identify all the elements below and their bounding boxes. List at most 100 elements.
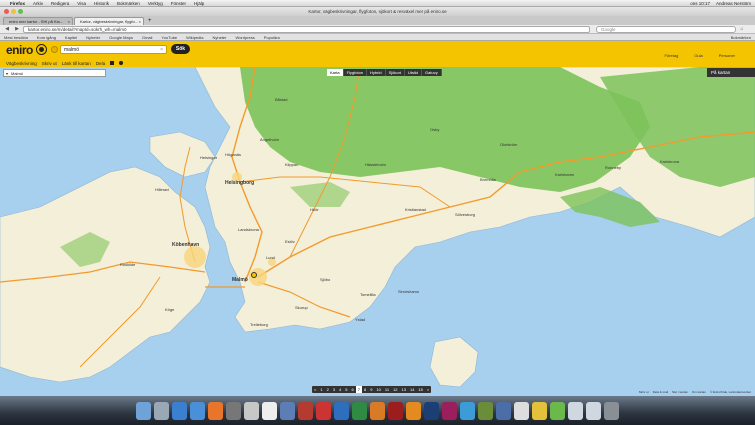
menu-bokmarken[interactable]: Bokmärken (117, 1, 140, 6)
bookmark-item[interactable]: Wordpress (236, 35, 255, 40)
menu-fonster[interactable]: Fönster (171, 1, 186, 6)
zoom-level-button[interactable]: 14 (408, 386, 416, 393)
bookmark-item[interactable]: Wikipedia (186, 35, 203, 40)
link-om-kartan[interactable]: Om kartan (692, 390, 706, 394)
clock[interactable]: ons 10:17 (690, 1, 710, 6)
illustrator-icon[interactable] (406, 401, 421, 420)
utility-icon[interactable] (478, 401, 493, 420)
bookmark-item[interactable]: YouTube (161, 35, 177, 40)
finder-icon[interactable] (136, 401, 151, 420)
close-window-button[interactable] (4, 9, 9, 14)
close-tab-icon[interactable]: × (139, 18, 141, 25)
menu-hjalp[interactable]: Hjälp (194, 1, 204, 6)
search-bar[interactable]: Google (596, 25, 736, 33)
link-skriv-ut-map[interactable]: Skriv ut (639, 390, 649, 394)
bookmark-item[interactable]: Kapitel (65, 35, 77, 40)
clear-search-icon[interactable]: × (160, 46, 163, 54)
adium-icon[interactable] (532, 401, 547, 420)
acrobat-icon[interactable] (316, 401, 331, 420)
close-tab-icon[interactable]: × (68, 18, 70, 25)
link-lank-till-kartan[interactable]: Länk till kartan (62, 61, 91, 66)
powerpoint-icon[interactable] (370, 401, 385, 420)
search-results-panel[interactable]: ▾ Malmö (3, 69, 106, 77)
link-personer[interactable]: Personer (719, 53, 735, 58)
tab-eniro-mer-kartor[interactable]: eniro mer kartor - SHi på Kla... × (3, 17, 73, 25)
minimize-window-button[interactable] (11, 9, 16, 14)
map-type-karta[interactable]: Karta (327, 69, 344, 76)
menu-historik[interactable]: Historik (94, 1, 109, 6)
chevron-down-icon[interactable]: ▾ (6, 70, 8, 77)
link-vagbeskrivning[interactable]: Vägbeskrivning (6, 61, 37, 66)
user-name[interactable]: Andreas Nerstöm (716, 1, 751, 6)
photo-booth-icon[interactable] (298, 401, 313, 420)
map-type-flygfoton[interactable]: Flygfoton (344, 69, 368, 76)
trash-icon[interactable] (604, 401, 619, 420)
documents-folder-icon[interactable] (568, 401, 583, 420)
search-button[interactable]: Sök (171, 44, 190, 54)
itunes-icon[interactable] (280, 401, 295, 420)
calendar-icon[interactable] (262, 401, 277, 420)
link-skriv-ut[interactable]: Skriv ut (42, 61, 57, 66)
bookmark-item[interactable]: Nyheter (212, 35, 226, 40)
bookmark-item[interactable]: Populära (264, 35, 280, 40)
system-preferences-icon[interactable] (154, 401, 169, 420)
zoom-level-button[interactable]: 12 (391, 386, 399, 393)
bookmark-item[interactable]: Kom igång (37, 35, 56, 40)
home-icon[interactable]: ⌂ (738, 26, 746, 33)
spotify-icon[interactable] (550, 401, 565, 420)
menu-firefox[interactable]: Firefox (10, 1, 25, 6)
zoom-window-button[interactable] (18, 9, 23, 14)
link-mer-i-kartan[interactable]: Mer i kartan (672, 390, 688, 394)
skype-icon[interactable] (496, 401, 511, 420)
bookmark-item[interactable]: Google Maps (109, 35, 133, 40)
zoom-next-button[interactable]: > (425, 386, 431, 393)
forward-arrow-icon[interactable]: ▶ (13, 26, 21, 33)
map-type-gatuvy[interactable]: Gatuvy (422, 69, 442, 76)
result-item-malmo[interactable]: Malmö (11, 71, 23, 76)
mail-icon[interactable] (244, 401, 259, 420)
firefox-icon[interactable] (208, 401, 223, 420)
location-pin-icon[interactable] (251, 272, 257, 278)
flash-icon[interactable] (388, 401, 403, 420)
url-bar[interactable]: kartor.eniro.se/m/detail?mapId=sokrh_wh=… (23, 25, 590, 33)
menu-verktyg[interactable]: Verktyg (148, 1, 163, 6)
twitter-icon[interactable] (119, 61, 124, 65)
photoshop-icon[interactable] (424, 401, 439, 420)
map-canvas[interactable]: ▾ Malmö Karta Flygfoton Hybrid Sjökort U… (0, 67, 755, 396)
menu-redigera[interactable]: Redigera (51, 1, 69, 6)
map-type-hybrid[interactable]: Hybrid (367, 69, 386, 76)
menu-visa[interactable]: Visa (77, 1, 86, 6)
app-store-icon[interactable] (172, 401, 187, 420)
pa-kartan-panel[interactable]: På kartan (707, 68, 755, 77)
globe-icon[interactable] (460, 401, 475, 420)
zoom-level-button[interactable]: 13 (400, 386, 408, 393)
bookmarks-menu[interactable]: Bokmärken (731, 35, 751, 40)
link-dela-mail[interactable]: Dela & mail (653, 390, 668, 394)
map-type-utsikt[interactable]: Utsikt (405, 69, 423, 76)
zoom-level-button[interactable]: 15 (416, 386, 424, 393)
search-input[interactable]: malmö × (60, 45, 167, 54)
excel-icon[interactable] (352, 401, 367, 420)
zoom-level-button[interactable]: 11 (383, 386, 391, 393)
preview-icon[interactable] (514, 401, 529, 420)
indesign-icon[interactable] (442, 401, 457, 420)
link-foretag[interactable]: Företag (665, 53, 679, 58)
bookmark-item[interactable]: Mest besökta (4, 35, 28, 40)
facebook-icon[interactable] (110, 61, 115, 65)
menu-arkiv[interactable]: Arkiv (33, 1, 43, 6)
link-dela[interactable]: Dela (96, 61, 105, 66)
link-gula[interactable]: Gula (694, 53, 702, 58)
bookmark-item[interactable]: Gmail (142, 35, 152, 40)
eniro-logo[interactable]: eniro (6, 43, 33, 57)
dvd-player-icon[interactable] (226, 401, 241, 420)
zoom-level-button[interactable]: 10 (374, 386, 382, 393)
map-type-sjokort[interactable]: Sjökort (386, 69, 406, 76)
word-icon[interactable] (334, 401, 349, 420)
back-arrow-icon[interactable]: ◀ (3, 26, 11, 33)
safari-icon[interactable] (190, 401, 205, 420)
category-icon[interactable] (51, 46, 58, 53)
new-tab-icon[interactable]: + (145, 17, 155, 25)
downloads-folder-icon[interactable] (586, 401, 601, 420)
tab-kartor[interactable]: Kartor, vägbeskrivningar, flygfo... × (74, 17, 144, 25)
bookmark-item[interactable]: Nyheter (86, 35, 100, 40)
